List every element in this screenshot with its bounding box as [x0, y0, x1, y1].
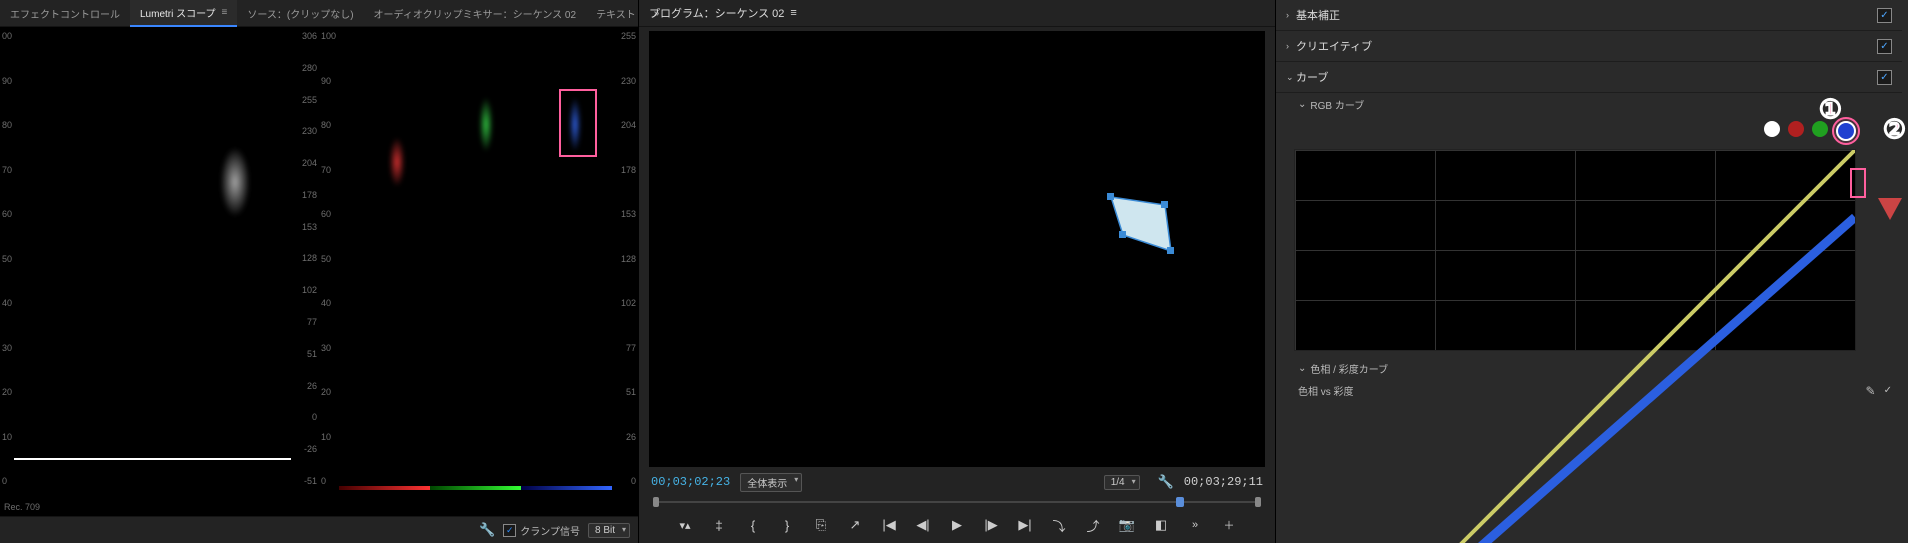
lumetri-color-panel: › 基本補正 ✓ › クリエイティブ ✓ ⌄ カーブ ✓ ⌄ RGB カーブ — [1276, 0, 1908, 543]
section-label: クリエイティブ — [1296, 38, 1372, 54]
subsection-rgb-curves[interactable]: ⌄ RGB カーブ — [1276, 93, 1902, 115]
chevron-right-icon: › — [1286, 41, 1296, 51]
rgb-curve-editor[interactable] — [1294, 149, 1856, 351]
tab-label: テキスト — [596, 6, 636, 21]
channel-red-swatch[interactable] — [1788, 121, 1804, 137]
panel-menu-icon[interactable]: ≡ — [222, 7, 228, 18]
tab-label: Lumetri スコープ — [140, 5, 216, 20]
lift-icon[interactable]: ⎘ — [811, 515, 831, 535]
slider-in-handle[interactable] — [653, 497, 659, 507]
duration-timecode: 00;03;29;11 — [1184, 475, 1263, 489]
parade-trace-green — [479, 97, 493, 152]
tab-label: ソース：(クリップなし) — [247, 6, 353, 21]
section-label: 基本補正 — [1296, 7, 1340, 23]
tab-source[interactable]: ソース：(クリップなし) — [237, 0, 363, 26]
fit-zoom-select[interactable]: 全体表示 — [740, 473, 802, 492]
panel-menu-icon[interactable]: ≡ — [790, 7, 796, 19]
tab-text[interactable]: テキスト — [586, 0, 646, 26]
annotation-arrow-down-icon — [1878, 198, 1902, 220]
add-button-icon[interactable]: ＋ — [1219, 515, 1239, 535]
chevron-down-icon: ⌄ — [1298, 99, 1306, 110]
annotation-number-2: ② — [1883, 114, 1906, 145]
comparison-view-icon[interactable]: ◧ — [1151, 515, 1171, 535]
scopes-footer-bar: 🔧 ✓ クランプ信号 8 Bit — [0, 516, 638, 543]
checkbox-icon: ✓ — [503, 524, 516, 537]
go-to-in-icon[interactable]: |◀ — [879, 515, 899, 535]
section-enable-checkbox[interactable]: ✓ — [1877, 8, 1892, 23]
export-frame-icon[interactable]: ↗ — [845, 515, 865, 535]
section-label: カーブ — [1296, 69, 1328, 85]
section-curves[interactable]: ⌄ カーブ ✓ — [1276, 62, 1902, 93]
source-panel-tabbar: エフェクトコントロール Lumetri スコープ ≡ ソース：(クリップなし) オ… — [0, 0, 638, 27]
program-info-bar: 00;03;02;23 全体表示 1/4 🔧 00;03;29;11 — [639, 471, 1275, 493]
axis-left: 009080706050403020100 — [0, 27, 20, 516]
scopes-settings-icon[interactable]: 🔧 — [479, 522, 495, 538]
chevron-down-icon: ⌄ — [1286, 72, 1296, 83]
insert-icon[interactable]: ⤵ — [1049, 515, 1069, 535]
axis-left: 1009080706050403020100 — [319, 27, 339, 516]
annotation-highlight-box — [559, 89, 597, 157]
tab-lumetri-scopes[interactable]: Lumetri スコープ ≡ — [130, 0, 237, 27]
section-creative[interactable]: › クリエイティブ ✓ — [1276, 31, 1902, 62]
fit-zoom-value: 全体表示 — [747, 479, 787, 490]
program-title-prefix: プログラム： — [649, 5, 715, 21]
row-enable-checkbox[interactable]: ✓ — [1884, 385, 1892, 396]
subsection-label: RGB カーブ — [1310, 97, 1364, 112]
slider-track — [653, 501, 1261, 503]
program-shape-selected[interactable] — [1105, 191, 1175, 261]
tab-effect-controls[interactable]: エフェクトコントロール — [0, 0, 130, 26]
scope-parade-rgb[interactable]: 1009080706050403020100 25523020417815312… — [319, 27, 638, 516]
eyedropper-icon[interactable]: ✎ — [1866, 384, 1876, 398]
snapshot-icon[interactable]: 📷 — [1117, 515, 1137, 535]
mark-clip-icon[interactable]: } — [777, 515, 797, 535]
section-basic-correction[interactable]: › 基本補正 ✓ — [1276, 0, 1902, 31]
annotation-number-1: ① — [1819, 94, 1842, 125]
chevron-right-icon: › — [1286, 10, 1296, 20]
waveform-baseline — [14, 458, 291, 460]
button-editor-icon[interactable]: » — [1185, 515, 1205, 535]
mark-in-icon[interactable]: ‡ — [709, 515, 729, 535]
mark-out-icon[interactable]: { — [743, 515, 763, 535]
resolution-select[interactable]: 1/4 — [1104, 475, 1140, 490]
program-transport-bar: ▾▴ ‡ { } ⎘ ↗ |◀ ◀| ▶ |▶ ▶| ⤵ ⤴ 📷 ◧ » ＋ — [639, 511, 1275, 539]
parade-trace-red — [389, 137, 405, 187]
program-timeline-slider[interactable] — [653, 493, 1261, 511]
axis-right: 3062802552302041781531281027751260-26-51 — [289, 27, 319, 516]
section-enable-checkbox[interactable]: ✓ — [1877, 39, 1892, 54]
add-marker-icon[interactable]: ▾▴ — [675, 515, 695, 535]
step-back-icon[interactable]: ◀| — [913, 515, 933, 535]
slider-playhead-handle[interactable] — [1176, 497, 1184, 507]
overwrite-icon[interactable]: ⤴ — [1083, 515, 1103, 535]
colorspace-label: Rec. 709 — [4, 502, 40, 512]
clamp-signal-checkbox[interactable]: ✓ クランプ信号 — [503, 523, 580, 538]
bit-depth-select[interactable]: 8 Bit — [588, 523, 630, 538]
lumetri-scopes-view: 009080706050403020100 306280255230204178… — [0, 27, 638, 516]
playhead-timecode[interactable]: 00;03;02;23 — [651, 475, 730, 489]
step-forward-icon[interactable]: |▶ — [981, 515, 1001, 535]
program-title-sequence: シーケンス 02 — [715, 5, 785, 21]
scope-waveform-luma[interactable]: 009080706050403020100 306280255230204178… — [0, 27, 319, 516]
program-monitor-viewport[interactable] — [649, 31, 1265, 467]
program-settings-icon[interactable]: 🔧 — [1158, 474, 1174, 490]
program-panel-header: プログラム： シーケンス 02 ≡ — [639, 0, 1275, 27]
tab-label: オーディオクリップミキサー：シーケンス 02 — [374, 6, 577, 21]
go-to-out-icon[interactable]: ▶| — [1015, 515, 1035, 535]
clamp-signal-label: クランプ信号 — [520, 523, 580, 538]
waveform-trace — [220, 147, 250, 217]
rgb-curve-channel-selector — [1276, 115, 1902, 147]
channel-luma-swatch[interactable] — [1764, 121, 1780, 137]
resolution-value: 1/4 — [1111, 477, 1125, 488]
parade-color-legend — [339, 486, 612, 490]
curve-lines — [1295, 150, 1855, 543]
play-icon[interactable]: ▶ — [947, 515, 967, 535]
axis-right: 2552302041781531281027751260 — [608, 27, 638, 516]
annotation-highlight-handle — [1850, 168, 1866, 198]
slider-out-handle[interactable] — [1255, 497, 1261, 507]
tab-audio-clip-mixer[interactable]: オーディオクリップミキサー：シーケンス 02 — [364, 0, 587, 26]
section-enable-checkbox[interactable]: ✓ — [1877, 70, 1892, 85]
tab-label: エフェクトコントロール — [10, 6, 120, 21]
bit-depth-value: 8 Bit — [595, 525, 615, 536]
